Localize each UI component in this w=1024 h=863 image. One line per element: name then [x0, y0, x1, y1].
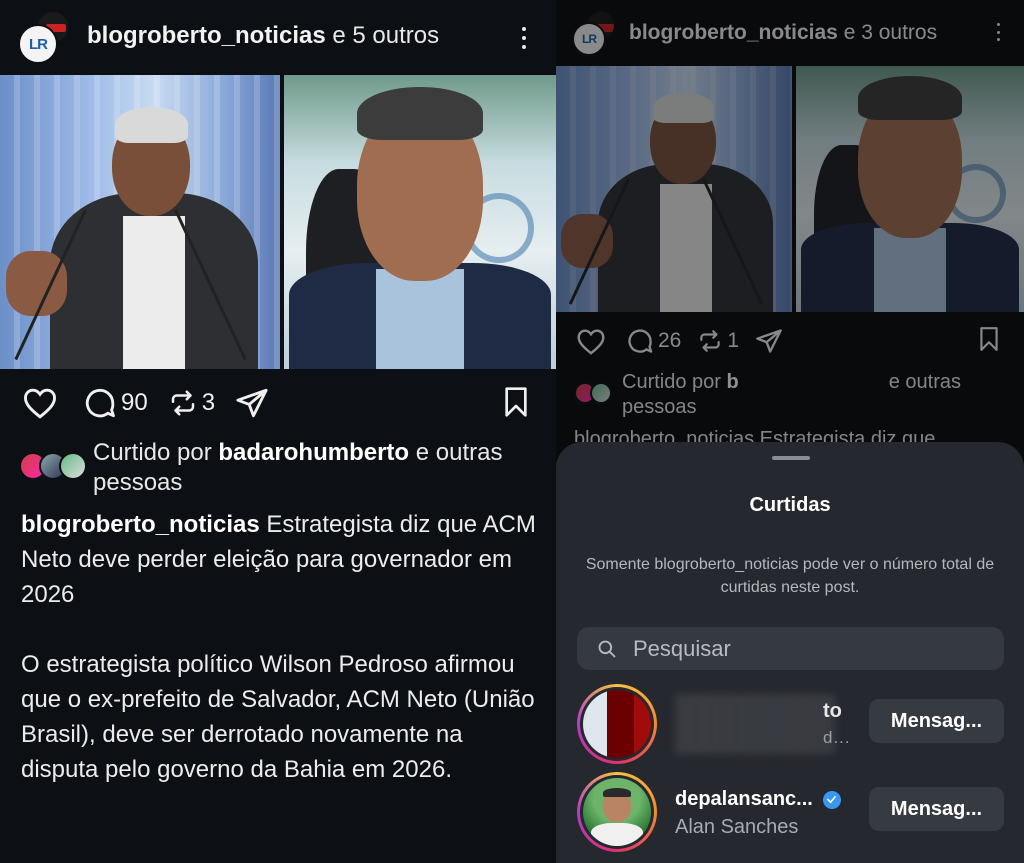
author-username[interactable]: blogroberto_noticias [87, 22, 326, 49]
username-fragment: to [823, 700, 842, 722]
author-avatars[interactable]: LR [18, 10, 74, 66]
heart-icon [577, 328, 605, 355]
liked-by-row[interactable]: Curtido por badarohumberto e outras pess… [19, 438, 513, 499]
coauthors-count: e 3 outros [837, 21, 938, 44]
post-photo-politician-2 [796, 66, 1024, 312]
post-photo-politician-1 [556, 66, 792, 312]
save-button [976, 326, 1002, 357]
repost-button[interactable]: 3 [168, 388, 215, 418]
repost-button: 1 [697, 328, 739, 354]
author-avatars: LR [572, 10, 620, 58]
post-actions: 26 1 [576, 326, 783, 356]
liker-username[interactable]: badarohumberto [218, 439, 409, 466]
username-text: depalansanc... [675, 788, 813, 810]
bookmark-icon [505, 387, 527, 417]
redacted-username [675, 694, 835, 754]
repost-count: 3 [201, 389, 216, 416]
story-ring [577, 772, 657, 852]
post-view-left: LR blogroberto_noticias e 5 outros 90 3 [0, 0, 556, 863]
heart-icon [23, 388, 57, 419]
send-icon [236, 388, 268, 418]
search-icon [598, 640, 616, 657]
subtitle-fragment: d... [823, 728, 851, 747]
like-button[interactable] [22, 387, 58, 419]
list-item-liker-2[interactable]: depalansanc... Alan Sanches Mensag... [577, 772, 1004, 852]
liked-by-text: Curtido por badarohumberto e outras pess… [93, 438, 513, 499]
post-caption: blogroberto_noticias Estrategista diz qu… [21, 507, 541, 822]
liked-prefix: Curtido por [622, 371, 727, 393]
post-authors[interactable]: blogroberto_noticias e 5 outros [87, 22, 439, 50]
post-carousel[interactable] [0, 75, 556, 369]
likes-privacy-note: Somente blogroberto_noticias pode ver o … [585, 556, 995, 596]
comment-icon [628, 329, 653, 353]
verified-badge-icon [822, 790, 841, 809]
bookmark-icon [980, 327, 998, 351]
caption-peek: blogroberto_noticias Estrategista diz qu… [574, 428, 936, 442]
list-item-liker-1[interactable]: to d... Mensag... [577, 684, 1004, 764]
more-options-icon [988, 20, 1008, 44]
comment-count: 90 [121, 389, 148, 416]
post-authors: blogroberto_noticias e 3 outros [629, 21, 937, 45]
sheet-title: Curtidas [749, 494, 831, 516]
more-options-icon[interactable] [514, 24, 534, 52]
liked-by-row: Curtido por be outras pessoas [574, 370, 1012, 421]
repost-icon [700, 330, 721, 352]
repost-icon [171, 390, 194, 416]
post-view-right: LR blogroberto_noticias e 3 outros 26 1 … [556, 0, 1024, 863]
search-input[interactable]: Pesquisar [577, 627, 1004, 670]
message-button[interactable]: Mensag... [869, 699, 1004, 743]
save-button[interactable] [500, 386, 532, 423]
share-button [755, 327, 783, 355]
comment-button[interactable]: 90 [83, 386, 148, 420]
sheet-drag-handle[interactable] [772, 456, 810, 460]
avatar [583, 778, 651, 846]
comment-count: 26 [658, 329, 682, 352]
liker-avatars [19, 452, 87, 484]
author-username: blogroberto_noticias [629, 21, 838, 44]
author-logo: LR [582, 32, 597, 46]
author-avatar: LR [18, 24, 58, 64]
likes-sheet: Curtidas Somente blogroberto_noticias po… [556, 442, 1024, 863]
message-button[interactable]: Mensag... [869, 787, 1004, 831]
coauthors-count: e 5 outros [325, 22, 440, 49]
liker-avatars [574, 382, 614, 406]
search-placeholder: Pesquisar [633, 635, 731, 661]
repost-count: 1 [727, 329, 740, 352]
liked-prefix: Curtido por [93, 439, 219, 466]
send-icon [756, 329, 782, 353]
caption-username[interactable]: blogroberto_noticias [21, 511, 260, 538]
liker-username[interactable]: depalansanc... [675, 788, 841, 811]
liker-username: b [726, 371, 739, 393]
post-actions: 90 3 [22, 385, 269, 421]
comment-icon [85, 388, 115, 418]
post-carousel [556, 66, 1024, 312]
liker-full-name: Alan Sanches [675, 816, 799, 838]
caption-headline: blogroberto_noticias Estrategista diz qu… [21, 507, 541, 612]
post-header: LR blogroberto_noticias e 5 outros [0, 0, 556, 75]
comment-button: 26 [626, 327, 681, 355]
avatar [583, 690, 651, 758]
liked-by-text: Curtido por be outras pessoas [622, 370, 1012, 421]
caption-body: O estrategista político Wilson Pedroso a… [21, 651, 535, 783]
share-button[interactable] [235, 386, 269, 420]
author-logo: LR [29, 35, 48, 53]
story-ring [577, 684, 657, 764]
like-button [576, 328, 606, 355]
post-photo-politician-1 [0, 75, 280, 369]
post-photo-politician-2 [284, 75, 556, 369]
